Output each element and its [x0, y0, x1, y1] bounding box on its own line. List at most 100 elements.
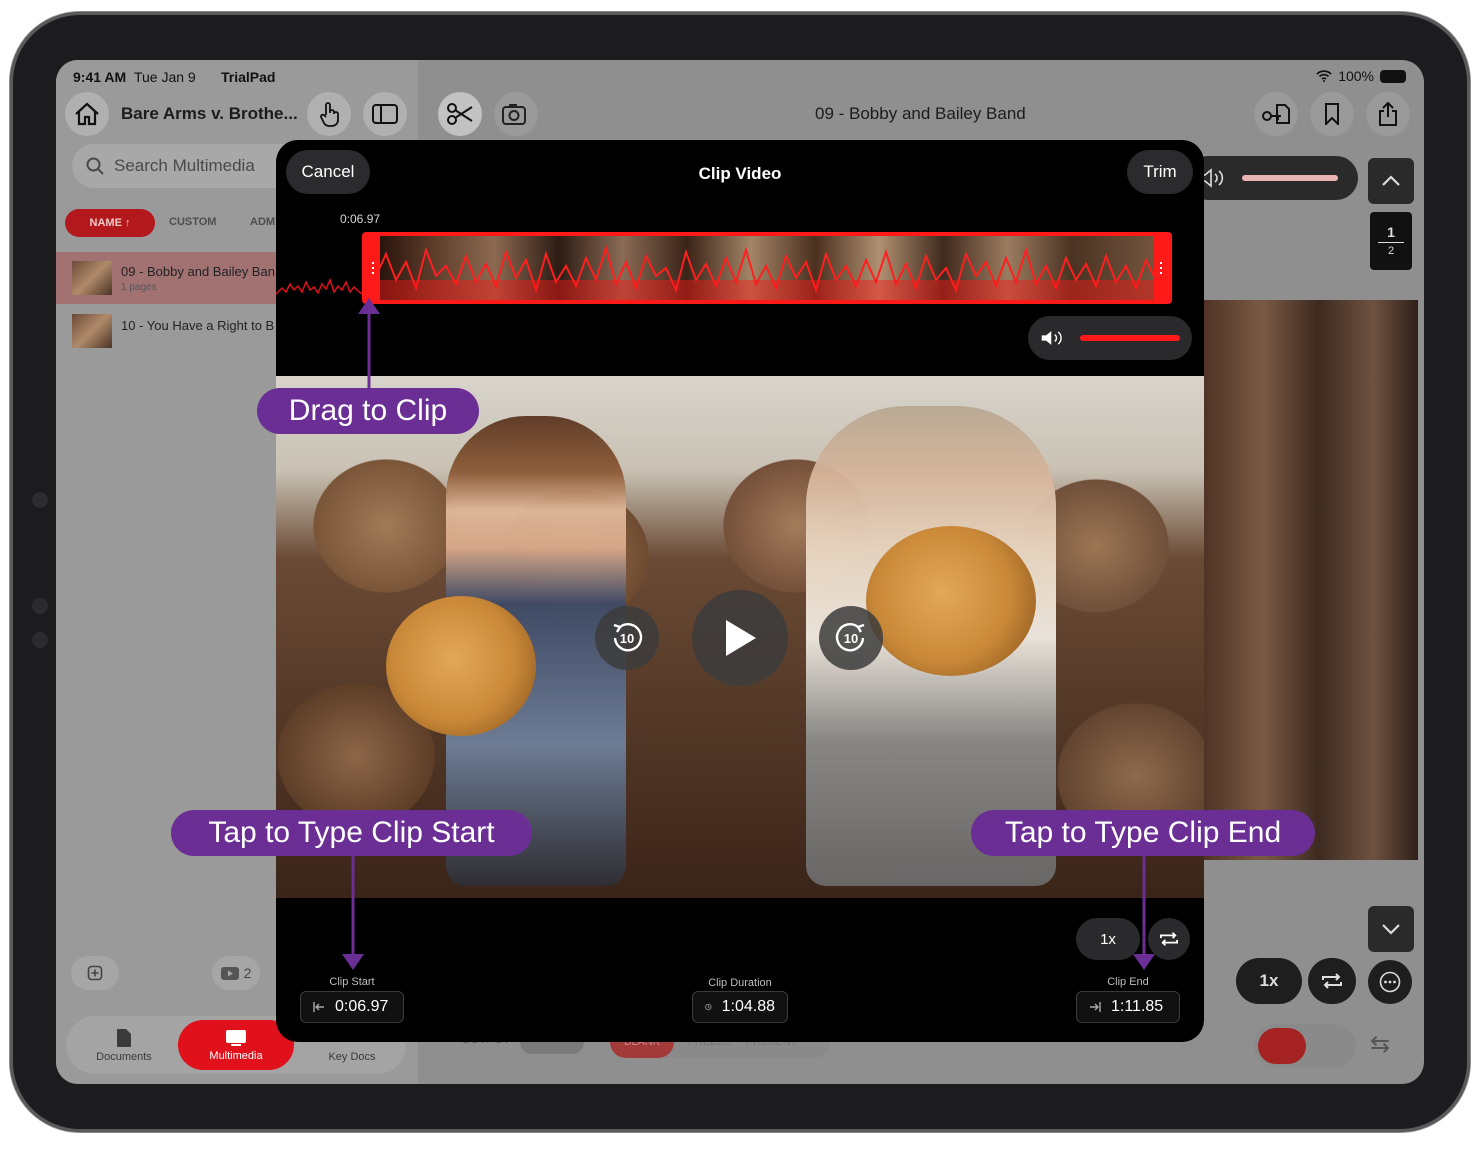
more-button[interactable]: [1368, 960, 1412, 1004]
add-icon: [87, 965, 103, 981]
page-total: 2: [1387, 245, 1395, 257]
tab-key-docs-label: Key Docs: [328, 1050, 376, 1063]
battery-percent: 100%: [1338, 68, 1374, 84]
clip-end-value: 1:11.85: [1111, 998, 1164, 1015]
camera-icon: [502, 104, 526, 125]
skip-back-seconds: 10: [619, 630, 635, 646]
arrow-to-end-icon: [1090, 1002, 1101, 1012]
arrow-to-start-icon: [313, 1002, 324, 1012]
sidebar-toggle-button[interactable]: [363, 92, 407, 136]
sort-adm-tab[interactable]: ADM: [250, 216, 275, 228]
clip-duration-label: Clip Duration: [708, 977, 772, 989]
status-bar: 9:41 AM Tue Jan 9 TrialPad 100%: [56, 60, 1424, 92]
home-icon: [75, 102, 99, 126]
battery-icon: [1380, 69, 1406, 83]
page-indicator: 1 2: [1370, 212, 1412, 270]
gesture-button[interactable]: [307, 92, 351, 136]
bookmark-icon: [1325, 103, 1339, 125]
video-count-badge[interactable]: 2: [212, 956, 260, 990]
tab-documents[interactable]: Documents: [66, 1020, 182, 1070]
document-icon: [117, 1028, 131, 1047]
clip-start-label: Clip Start: [329, 976, 375, 988]
page-current: 1: [1387, 224, 1395, 240]
loop-icon: [1322, 973, 1342, 989]
multimedia-icon: [226, 1029, 246, 1046]
single-layout-option[interactable]: [1258, 1028, 1306, 1064]
clip-start-callout-arrow: [342, 856, 364, 970]
play-button[interactable]: [692, 590, 788, 686]
clip-start-value: 0:06.97: [335, 998, 389, 1015]
file-page-count: 1 pages: [121, 282, 157, 293]
key-doc-button[interactable]: [1254, 92, 1298, 136]
status-time-text: 9:41 AM: [73, 69, 127, 85]
status-time: 9:41 AM Tue Jan 9: [73, 69, 196, 85]
volume-icon: [1041, 331, 1062, 345]
camera-dot: [32, 632, 48, 648]
sidebar-icon: [372, 104, 398, 124]
clip-end-callout-arrow: [1133, 856, 1155, 970]
clip-volume-control[interactable]: [1028, 316, 1192, 360]
share-button[interactable]: [1366, 92, 1410, 136]
skip-forward-seconds: 10: [843, 630, 859, 646]
chevron-down-icon: [1382, 924, 1400, 935]
status-right: 100%: [1316, 68, 1406, 84]
video-count: 2: [243, 965, 252, 981]
page-up-button[interactable]: [1368, 158, 1414, 204]
bookmark-button[interactable]: [1310, 92, 1354, 136]
clip-video-modal: Cancel Clip Video Trim 0:06.97 10 10 1x …: [276, 140, 1204, 1042]
clip-volume-slider[interactable]: [1080, 335, 1180, 341]
video-icon: [220, 966, 239, 980]
main-volume-control[interactable]: [1186, 156, 1358, 200]
layout-toggle[interactable]: [1254, 1024, 1356, 1068]
skip-back-button[interactable]: 10: [595, 606, 659, 670]
drag-callout-arrow: [358, 298, 380, 388]
clip-range-selector[interactable]: [362, 232, 1172, 304]
camera-dot: [32, 492, 48, 508]
modal-title: Clip Video: [698, 164, 782, 183]
document-title: 09 - Bobby and Bailey Band: [815, 104, 1026, 123]
file-thumbnail: [72, 314, 112, 348]
main-loop-button[interactable]: [1308, 958, 1356, 1004]
more-icon: [1379, 971, 1401, 993]
clip-start-field[interactable]: 0:06.97: [300, 991, 404, 1023]
sort-name-tab[interactable]: NAME ↑: [65, 209, 155, 237]
main-volume-slider[interactable]: [1242, 175, 1338, 181]
search-icon: [86, 157, 104, 175]
video-guitar-right: [866, 526, 1036, 676]
trim-button[interactable]: Trim: [1127, 150, 1193, 194]
wifi-icon: [1316, 70, 1332, 82]
video-guitar-left: [386, 596, 536, 736]
drag-to-clip-callout: Drag to Clip: [257, 388, 479, 434]
tab-documents-label: Documents: [96, 1050, 152, 1063]
clip-duration-field: 1:04.88: [692, 991, 788, 1023]
clip-end-callout: Tap to Type Clip End: [971, 810, 1315, 856]
sort-custom-tab[interactable]: CUSTOM: [169, 216, 216, 228]
search-placeholder: Search Multimedia: [114, 156, 255, 175]
file-name: 10 - You Have a Right to B: [121, 318, 275, 333]
clip-end-handle[interactable]: [1154, 236, 1168, 300]
clip-start-callout: Tap to Type Clip Start: [171, 810, 532, 856]
file-name: 09 - Bobby and Bailey Ban: [121, 264, 275, 279]
timer-icon: [705, 1003, 712, 1011]
play-icon: [726, 620, 756, 656]
clip-start-handle[interactable]: [366, 236, 380, 300]
clip-end-label: Clip End: [1107, 976, 1149, 988]
chevron-up-icon: [1382, 175, 1400, 186]
skip-forward-button[interactable]: 10: [819, 606, 883, 670]
loop-icon: [1160, 932, 1178, 946]
clip-end-field[interactable]: 1:11.85: [1076, 991, 1180, 1023]
camera-dot: [32, 598, 48, 614]
add-file-button[interactable]: [71, 956, 119, 990]
status-date-text: Tue Jan 9: [133, 69, 196, 85]
page-down-button[interactable]: [1368, 906, 1414, 952]
main-speed-button[interactable]: 1x: [1236, 958, 1302, 1004]
snapshot-button[interactable]: [494, 92, 538, 136]
share-icon: [1379, 102, 1397, 126]
clip-duration-value: 1:04.88: [721, 998, 775, 1015]
case-title: Bare Arms v. Brothe...: [121, 104, 298, 123]
clip-waveform: [366, 244, 1168, 300]
clip-scissors-button[interactable]: [438, 92, 482, 136]
swap-icon[interactable]: ⇆: [1370, 1030, 1390, 1059]
main-video-background: [1196, 300, 1418, 860]
home-button[interactable]: [65, 92, 109, 136]
